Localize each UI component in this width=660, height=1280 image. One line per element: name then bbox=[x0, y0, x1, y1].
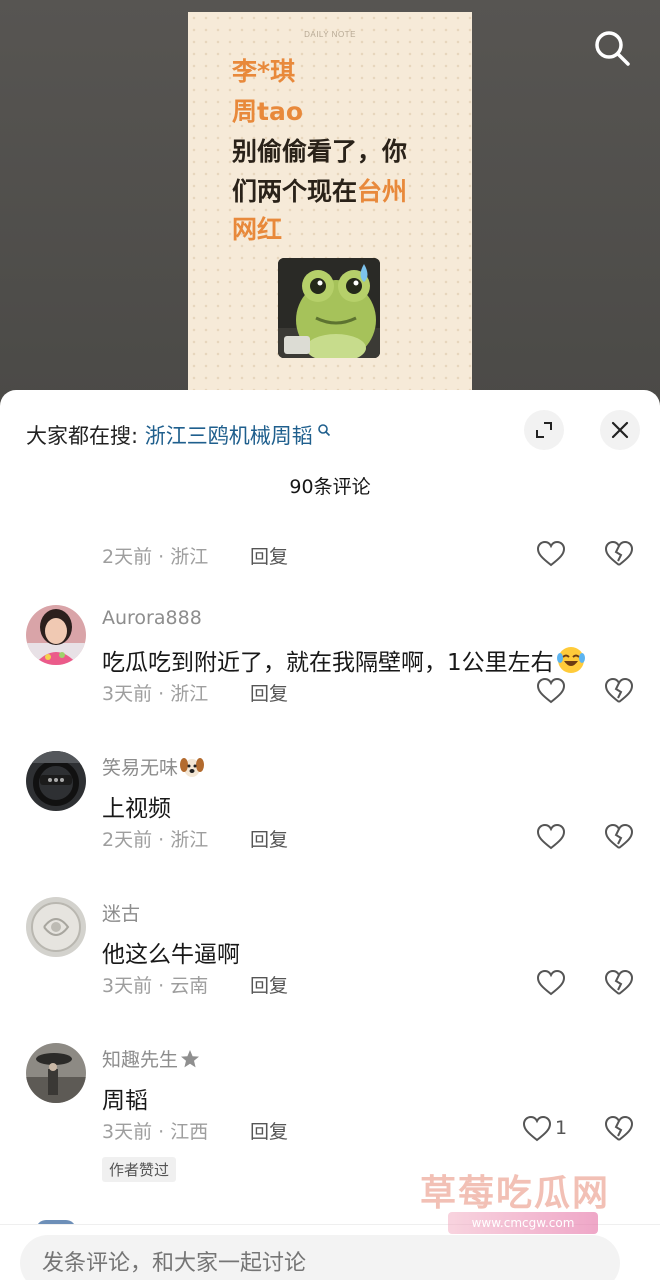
avatar[interactable] bbox=[26, 1043, 86, 1103]
comment-item: 笑易无味 上视频 2天前 · 浙江 回复 bbox=[0, 751, 660, 891]
search-button[interactable] bbox=[590, 26, 634, 70]
note-line-5: 网红 bbox=[232, 215, 283, 244]
crying-laugh-emoji bbox=[554, 647, 586, 676]
reply-button[interactable]: 回复 bbox=[250, 971, 288, 998]
comment-text: 周韬 bbox=[102, 1088, 148, 1114]
comment-meta: 3天前 · 江西 bbox=[102, 1121, 209, 1143]
comment-text: 吃瓜吃到附近了，就在我隔壁啊，1公里左右 bbox=[102, 643, 586, 677]
reply-button[interactable]: 回复 bbox=[250, 542, 288, 569]
frog-meme-image bbox=[278, 258, 380, 358]
star-icon bbox=[178, 1049, 200, 1071]
search-icon bbox=[595, 31, 630, 66]
note-label: DAILY NOTE bbox=[304, 30, 356, 39]
avatar[interactable] bbox=[26, 897, 86, 957]
comment-meta: 2天前 · 浙江 bbox=[102, 829, 209, 851]
partial-comment-text: ▂▂ ▂▂▂ ▂▂▂▂ ▂ ▂▂ ▂▂▂ ▂▂ bbox=[102, 496, 417, 510]
comment-text: 他这么牛逼啊 bbox=[102, 942, 240, 968]
magnifier-icon bbox=[317, 418, 331, 442]
comment-sheet: 大家都在搜: 浙江三鸥机械周韬 90条评论 ▂▂ ▂▂▂ ▂▂▂▂ ▂ ▂▂ ▂… bbox=[0, 390, 660, 1280]
username[interactable]: Aurora888 bbox=[102, 607, 202, 629]
broken-heart-icon[interactable] bbox=[604, 822, 634, 852]
hot-search-keyword[interactable]: 浙江三鸥机械周韬 bbox=[145, 424, 313, 448]
heart-icon[interactable] bbox=[522, 1114, 552, 1144]
expand-button[interactable] bbox=[524, 410, 564, 450]
broken-heart-icon[interactable] bbox=[604, 968, 634, 998]
avatar[interactable] bbox=[26, 605, 86, 665]
note-line-1: 李*琪 bbox=[232, 57, 296, 86]
hot-search-bar[interactable]: 大家都在搜: 浙江三鸥机械周韬 bbox=[26, 418, 331, 450]
author-liked-badge: 作者赞过 bbox=[102, 1157, 177, 1182]
heart-icon[interactable] bbox=[536, 968, 566, 998]
reply-button[interactable]: 回复 bbox=[250, 825, 288, 852]
note-line-2: 周tao bbox=[232, 97, 303, 126]
watermark-title: 草莓吃瓜网 bbox=[420, 1173, 611, 1214]
reply-button[interactable]: 回复 bbox=[250, 1117, 288, 1144]
comment-item: 知趣先生 周韬 3天前 · 江西 回复 1 作者赞过 bbox=[0, 1043, 660, 1183]
partial-comment-meta: 2天前 · 浙江 bbox=[102, 546, 209, 568]
username-text: 笑易无味 bbox=[102, 757, 179, 779]
watermark-url: www.cmcgw.com bbox=[448, 1212, 598, 1234]
avatar[interactable] bbox=[26, 751, 86, 811]
note-line-4-text: 们两个现在 bbox=[232, 177, 358, 206]
comment-count: 90条评论 bbox=[289, 476, 371, 498]
heart-icon[interactable] bbox=[536, 822, 566, 852]
reply-button[interactable]: 回复 bbox=[250, 679, 288, 706]
hot-search-prefix: 大家都在搜: bbox=[26, 424, 145, 448]
comment-input[interactable] bbox=[20, 1235, 620, 1280]
note-line-4: 们两个现在台州 bbox=[232, 176, 407, 208]
username[interactable]: 知趣先生 bbox=[102, 1045, 200, 1072]
username[interactable]: 笑易无味 bbox=[102, 753, 205, 780]
comment-item: Aurora888 吃瓜吃到附近了，就在我隔壁啊，1公里左右 3天前 · 浙江 … bbox=[0, 605, 660, 745]
comment-item: 迷古 他这么牛逼啊 3天前 · 云南 回复 bbox=[0, 897, 660, 1037]
dog-emoji bbox=[178, 757, 205, 779]
comment-text-body: 吃瓜吃到附近了，就在我隔壁啊，1公里左右 bbox=[102, 650, 554, 676]
heart-icon[interactable] bbox=[536, 539, 566, 569]
broken-heart-icon[interactable] bbox=[604, 539, 634, 569]
broken-heart-icon[interactable] bbox=[604, 1114, 634, 1144]
username[interactable]: 迷古 bbox=[102, 899, 140, 926]
comment-meta: 3天前 · 浙江 bbox=[102, 683, 209, 705]
comment-meta: 3天前 · 云南 bbox=[102, 975, 209, 997]
broken-heart-icon[interactable] bbox=[604, 676, 634, 706]
like-count: 1 bbox=[555, 1117, 568, 1139]
video-area[interactable]: DAILY NOTE 李*琪 周tao 别偷偷看了，你 们两个现在台州 网红 bbox=[0, 0, 660, 400]
comment-text: 上视频 bbox=[102, 796, 171, 822]
username-text: 知趣先生 bbox=[102, 1049, 179, 1071]
close-button[interactable] bbox=[600, 410, 640, 450]
daily-note-card: DAILY NOTE 李*琪 周tao 别偷偷看了，你 们两个现在台州 网红 bbox=[188, 12, 472, 400]
note-line-3: 别偷偷看了，你 bbox=[232, 137, 408, 166]
heart-icon[interactable] bbox=[536, 676, 566, 706]
expand-icon bbox=[536, 422, 552, 438]
note-line-4-highlight: 台州 bbox=[357, 177, 408, 206]
close-icon bbox=[611, 421, 629, 439]
